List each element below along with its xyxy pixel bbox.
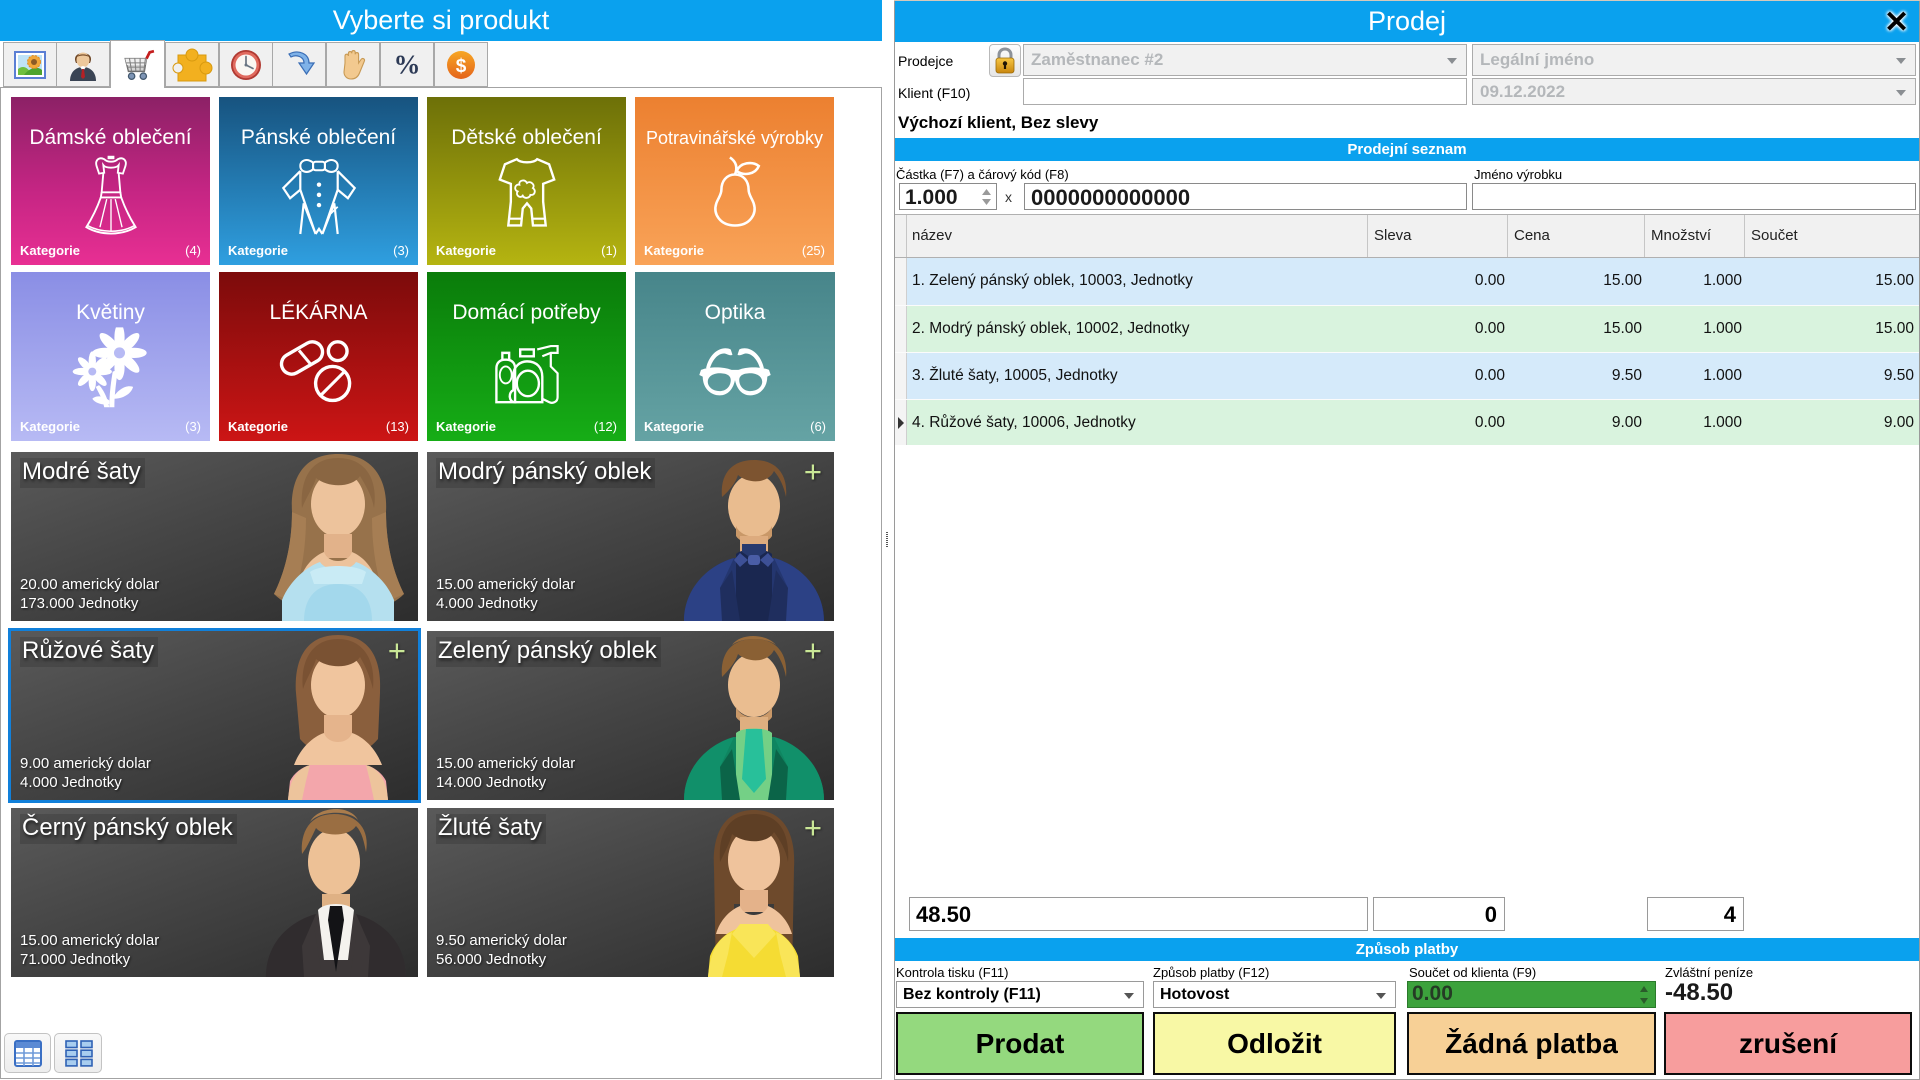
svg-text:$: $	[456, 56, 467, 77]
